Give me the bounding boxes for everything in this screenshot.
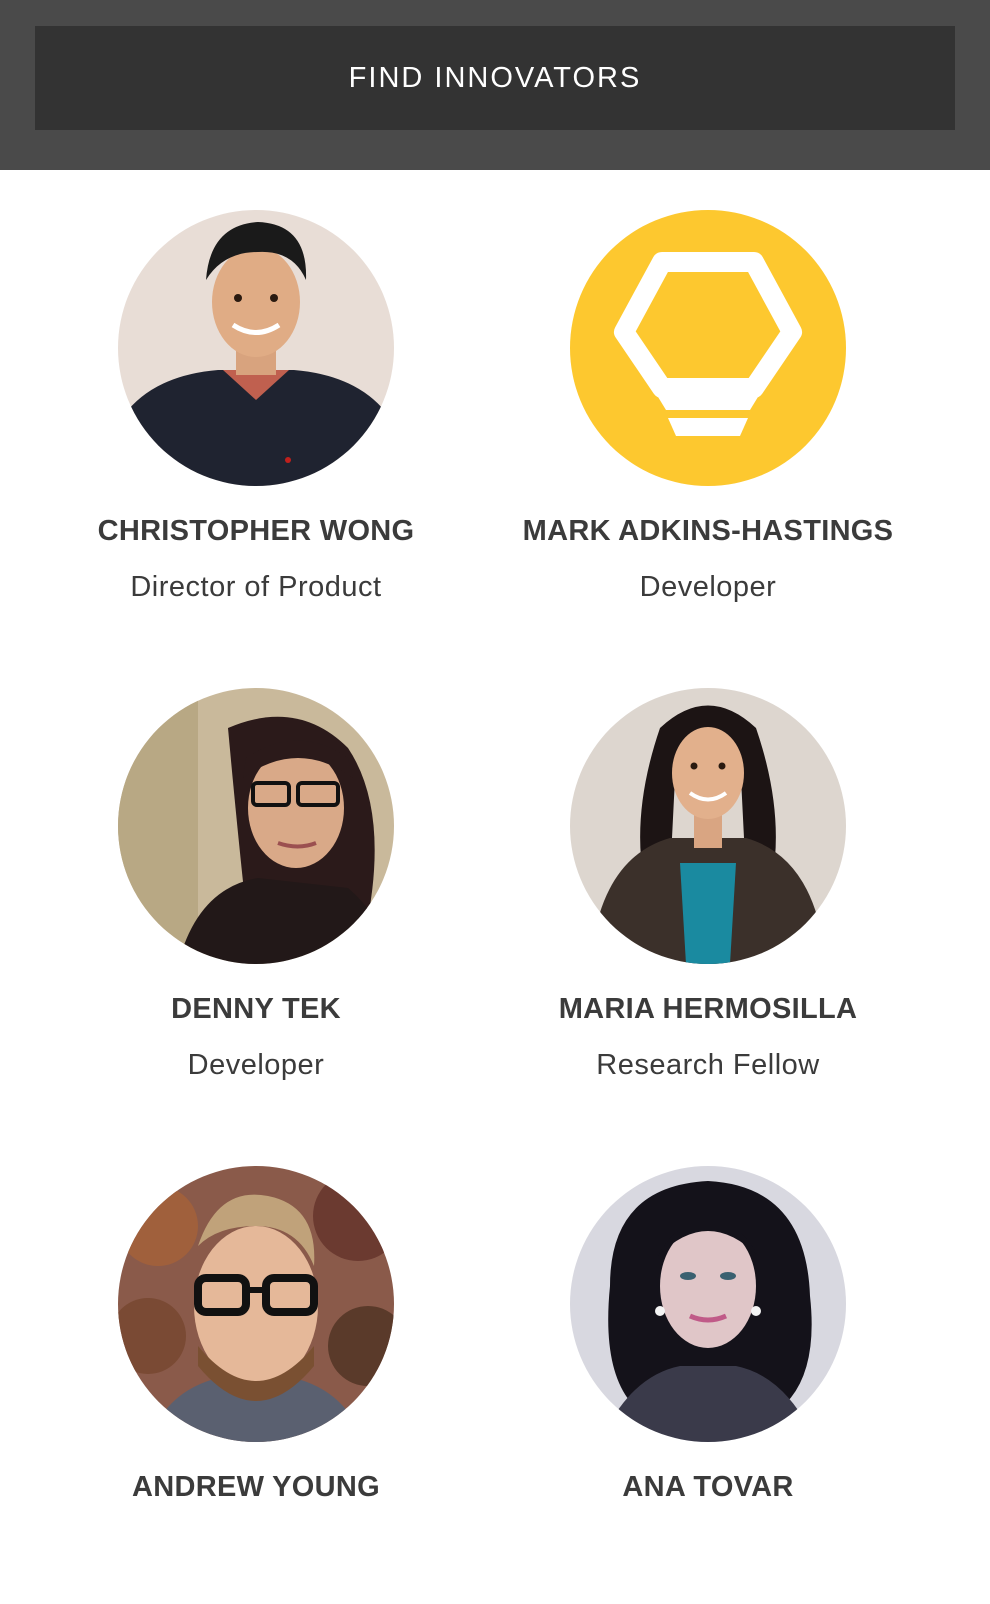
profile-photo — [570, 688, 846, 964]
profile-photo — [570, 1166, 846, 1442]
lightbulb-logo-icon — [570, 210, 846, 486]
avatar[interactable] — [570, 688, 846, 964]
avatar[interactable] — [570, 210, 846, 486]
innovator-role: Developer — [187, 1049, 325, 1081]
innovator-role: Research Fellow — [596, 1049, 820, 1081]
avatar[interactable] — [570, 1166, 846, 1442]
innovator-card[interactable]: MARIA HERMOSILLA Research Fellow — [482, 648, 934, 1126]
innovators-grid: CHRISTOPHER WONG Director of Product MAR… — [0, 170, 990, 1513]
avatar[interactable] — [118, 1166, 394, 1442]
innovator-card[interactable]: ANA TOVAR — [482, 1126, 934, 1604]
innovator-name[interactable]: ANDREW YOUNG — [30, 1471, 482, 1504]
top-bar: FIND INNOVATORS — [0, 0, 990, 170]
innovator-card[interactable]: CHRISTOPHER WONG Director of Product — [30, 170, 482, 648]
innovator-role: Director of Product — [130, 571, 382, 603]
avatar[interactable] — [118, 210, 394, 486]
innovator-name[interactable]: MARK ADKINS-HASTINGS — [482, 515, 934, 548]
innovator-card[interactable]: ANDREW YOUNG — [30, 1126, 482, 1604]
innovator-name[interactable]: MARIA HERMOSILLA — [482, 993, 934, 1026]
find-innovators-button[interactable]: FIND INNOVATORS — [35, 26, 955, 130]
innovator-role: Developer — [639, 571, 777, 603]
profile-photo — [118, 688, 394, 964]
innovator-card[interactable]: DENNY TEK Developer — [30, 648, 482, 1126]
innovator-name[interactable]: CHRISTOPHER WONG — [30, 515, 482, 548]
innovator-name[interactable]: ANA TOVAR — [482, 1471, 934, 1504]
innovator-name[interactable]: DENNY TEK — [30, 993, 482, 1026]
profile-photo — [118, 210, 394, 486]
profile-photo — [118, 1166, 394, 1442]
avatar[interactable] — [118, 688, 394, 964]
innovator-card[interactable]: MARK ADKINS-HASTINGS Developer — [482, 170, 934, 648]
